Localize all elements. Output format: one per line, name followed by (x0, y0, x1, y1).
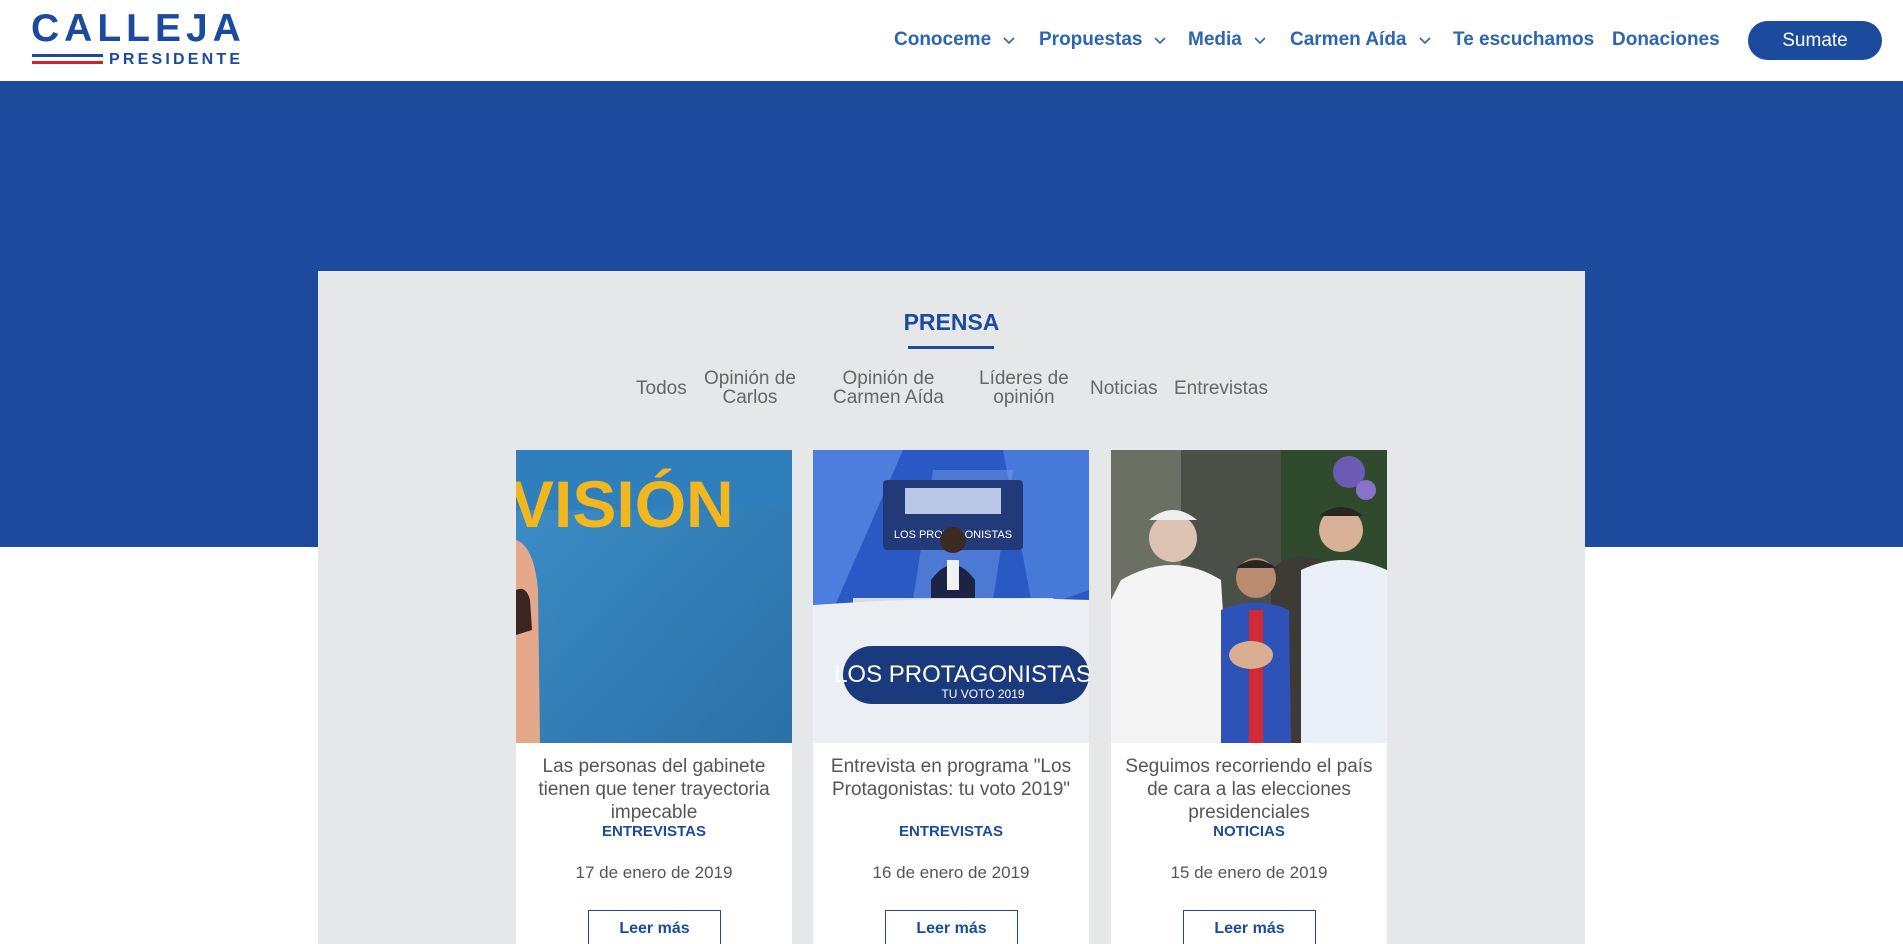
read-more-button[interactable]: Leer más (1183, 910, 1316, 944)
nav-item-label: Propuestas (1039, 29, 1143, 50)
news-card[interactable]: LOS PROTAGONISTAS LOS PROTAGONISTAS TU V… (813, 450, 1089, 944)
filter-noticias[interactable]: Noticias (1090, 379, 1158, 398)
card-date: 15 de enero de 2019 (1170, 863, 1328, 882)
nav-item-te-escuchamos[interactable]: Te escuchamos (1453, 28, 1594, 52)
chevron-down-icon (1253, 33, 1267, 47)
section-title: PRENSA (903, 309, 1000, 335)
card-category[interactable]: ENTREVISTAS (813, 823, 1089, 840)
filter-label-line2: Carlos (722, 387, 778, 408)
card-image-text: VISIÓN (516, 467, 734, 541)
card-title[interactable]: Seguimos recorriendo el país de cara a l… (1125, 755, 1373, 824)
logo-wordmark: CALLEJA (31, 7, 246, 50)
nav-item-label: Te escuchamos (1453, 29, 1595, 50)
card-image[interactable]: VISIÓN (516, 450, 792, 743)
sumate-button[interactable]: Sumate (1748, 21, 1882, 60)
card-image-subtext: TU VOTO 2019 (941, 687, 1024, 701)
news-card[interactable]: VISIÓN Las personas del gabinete tienen … (516, 450, 792, 944)
filter-opinion-carmen-aida[interactable]: Opinión de Carmen Aída (833, 369, 944, 407)
nav-item-label: Media (1188, 29, 1242, 50)
card-image[interactable]: LOS PROTAGONISTAS LOS PROTAGONISTAS TU V… (813, 450, 1089, 743)
card-image-text: LOS PROTAGONISTAS (834, 661, 1089, 688)
nav-item-conoceme[interactable]: Conoceme (894, 28, 1016, 52)
filter-todos[interactable]: Todos (636, 379, 687, 398)
card-image[interactable] (1111, 450, 1387, 743)
filter-lideres-de-opinion[interactable]: Líderes de opinión (979, 369, 1069, 407)
filter-label-line1: Opinión de (704, 368, 796, 389)
read-more-button[interactable]: Leer más (885, 910, 1018, 944)
nav-item-media[interactable]: Media (1188, 28, 1267, 52)
card-category[interactable]: ENTREVISTAS (516, 823, 792, 840)
page: CALLEJA PRESIDENTE Conoceme Propuestas M… (0, 0, 1903, 944)
card-title[interactable]: Las personas del gabinete tienen que ten… (530, 755, 778, 824)
chevron-down-icon (1418, 33, 1432, 47)
nav-item-donaciones[interactable]: Donaciones (1612, 28, 1720, 52)
filter-opinion-carlos[interactable]: Opinión de Carlos (704, 369, 796, 407)
card-date: 17 de enero de 2019 (575, 863, 733, 882)
filter-label-line2: opinión (993, 387, 1055, 408)
filter-label-line2: Carmen Aída (833, 387, 944, 408)
card-date: 16 de enero de 2019 (872, 863, 1030, 882)
card-category[interactable]: NOTICIAS (1111, 823, 1387, 840)
read-more-button[interactable]: Leer más (588, 910, 721, 944)
nav-item-label: Donaciones (1612, 29, 1720, 50)
filter-entrevistas[interactable]: Entrevistas (1174, 379, 1268, 398)
prensa-section: PRENSA Todos Opinión de Carlos Opinión d… (318, 271, 1585, 944)
filter-label-line1: Líderes de (979, 368, 1069, 389)
chevron-down-icon (1153, 33, 1167, 47)
title-underline (908, 346, 994, 349)
calleja-presidente-logo[interactable]: CALLEJA PRESIDENTE (31, 8, 266, 72)
news-card[interactable]: Seguimos recorriendo el país de cara a l… (1111, 450, 1387, 944)
logo-subtitle: PRESIDENTE (109, 51, 244, 68)
nav-item-label: Conoceme (894, 29, 992, 50)
filter-label: Noticias (1090, 378, 1158, 399)
logo-blue-stripe (32, 54, 103, 57)
chevron-down-icon (1002, 33, 1016, 47)
filter-label: Entrevistas (1174, 378, 1268, 399)
nav-item-label: Carmen Aída (1290, 29, 1407, 50)
nav-item-propuestas[interactable]: Propuestas (1039, 28, 1167, 52)
site-header: CALLEJA PRESIDENTE Conoceme Propuestas M… (0, 0, 1903, 81)
logo-red-stripe (32, 61, 103, 64)
filter-label-line1: Opinión de (842, 368, 935, 389)
nav-item-carmen-aida[interactable]: Carmen Aída (1290, 28, 1432, 52)
card-title[interactable]: Entrevista en programa "Los Protagonista… (827, 755, 1075, 801)
filter-label: Todos (636, 378, 687, 399)
